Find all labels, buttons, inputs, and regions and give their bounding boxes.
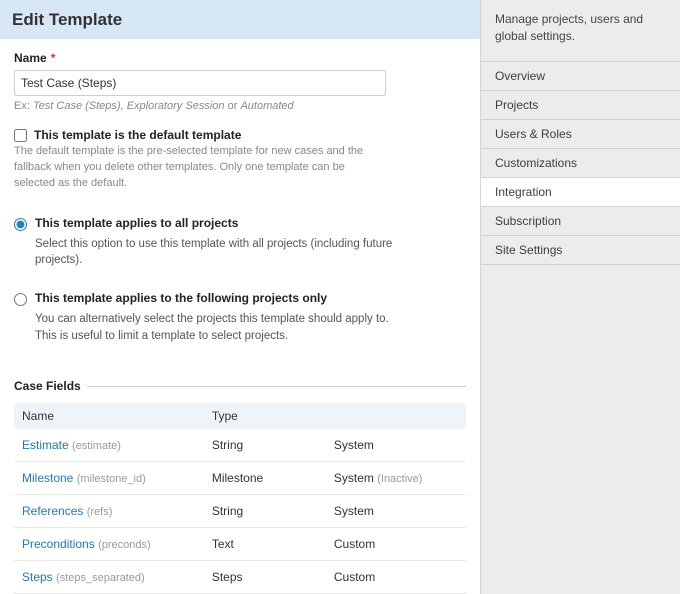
field-systemname: (steps_separated): [56, 572, 145, 584]
sidebar-item[interactable]: Projects: [481, 91, 680, 120]
default-template-checkbox[interactable]: [14, 129, 27, 142]
case-fields-legend: Case Fields: [14, 379, 466, 393]
scope-option-some: This template applies to the following p…: [14, 291, 466, 344]
case-fields-table: Name Type Estimate (estimate) StringSyste…: [14, 403, 466, 594]
scope-radio-all[interactable]: [14, 218, 27, 231]
field-type: Text: [204, 527, 326, 560]
scope-all-desc: Select this option to use this template …: [35, 236, 405, 269]
sidebar-title: Manage projects, users and global settin…: [481, 0, 680, 61]
default-template-label: This template is the default template: [34, 128, 241, 142]
col-name: Name: [14, 403, 204, 429]
field-systemname: (preconds): [98, 539, 151, 551]
field-type: String: [204, 494, 326, 527]
field-link[interactable]: Steps: [22, 570, 53, 584]
name-input[interactable]: [14, 70, 386, 96]
name-hint: Ex: Test Case (Steps), Exploratory Sessi…: [14, 100, 466, 112]
name-field: Name * Ex: Test Case (Steps), Exploratory…: [14, 51, 466, 112]
default-template-desc: The default template is the pre-selected…: [14, 144, 384, 192]
field-source: Custom: [326, 560, 466, 593]
sidebar-item[interactable]: Customizations: [481, 149, 680, 178]
sidebar: Manage projects, users and global settin…: [480, 0, 680, 594]
scope-radio-some[interactable]: [14, 293, 27, 306]
table-row: References (refs) StringSystem: [14, 494, 466, 527]
field-source: System: [326, 494, 466, 527]
field-source: System: [326, 429, 466, 462]
col-type: Type: [204, 403, 326, 429]
inactive-badge: (Inactive): [377, 473, 422, 485]
default-template-row: This template is the default template: [14, 128, 466, 142]
scope-some-label: This template applies to the following p…: [35, 291, 405, 305]
sidebar-nav: OverviewProjectsUsers & RolesCustomizati…: [481, 61, 680, 265]
field-source: System (Inactive): [326, 461, 466, 494]
field-link[interactable]: Preconditions: [22, 537, 95, 551]
field-systemname: (refs): [87, 506, 113, 518]
table-row: Milestone (milestone_id)MilestoneSystem …: [14, 461, 466, 494]
page-header: Edit Template: [0, 0, 480, 39]
field-source: Custom: [326, 527, 466, 560]
table-row: Preconditions (preconds) TextCustom: [14, 527, 466, 560]
field-type: Milestone: [204, 461, 326, 494]
case-fields-section: Case Fields Name Type Estimate (estimate…: [14, 379, 466, 594]
col-source: [326, 403, 466, 429]
sidebar-item[interactable]: Site Settings: [481, 236, 680, 265]
field-link[interactable]: Milestone: [22, 471, 73, 485]
field-systemname: (estimate): [72, 440, 121, 452]
sidebar-item[interactable]: Overview: [481, 62, 680, 91]
field-link[interactable]: References: [22, 504, 83, 518]
field-type: String: [204, 429, 326, 462]
field-systemname: (milestone_id): [77, 473, 146, 485]
field-type: Steps: [204, 560, 326, 593]
sidebar-item[interactable]: Users & Roles: [481, 120, 680, 149]
field-link[interactable]: Estimate: [22, 438, 69, 452]
scope-all-label: This template applies to all projects: [35, 216, 405, 230]
scope-option-all: This template applies to all projects Se…: [14, 216, 466, 269]
sidebar-item[interactable]: Integration: [481, 178, 680, 207]
table-row: Steps (steps_separated)StepsCustom: [14, 560, 466, 593]
page-title: Edit Template: [12, 10, 468, 30]
sidebar-item[interactable]: Subscription: [481, 207, 680, 236]
required-marker: *: [51, 51, 56, 65]
name-label: Name: [14, 51, 47, 65]
table-row: Estimate (estimate) StringSystem: [14, 429, 466, 462]
scope-some-desc: You can alternatively select the project…: [35, 311, 405, 344]
